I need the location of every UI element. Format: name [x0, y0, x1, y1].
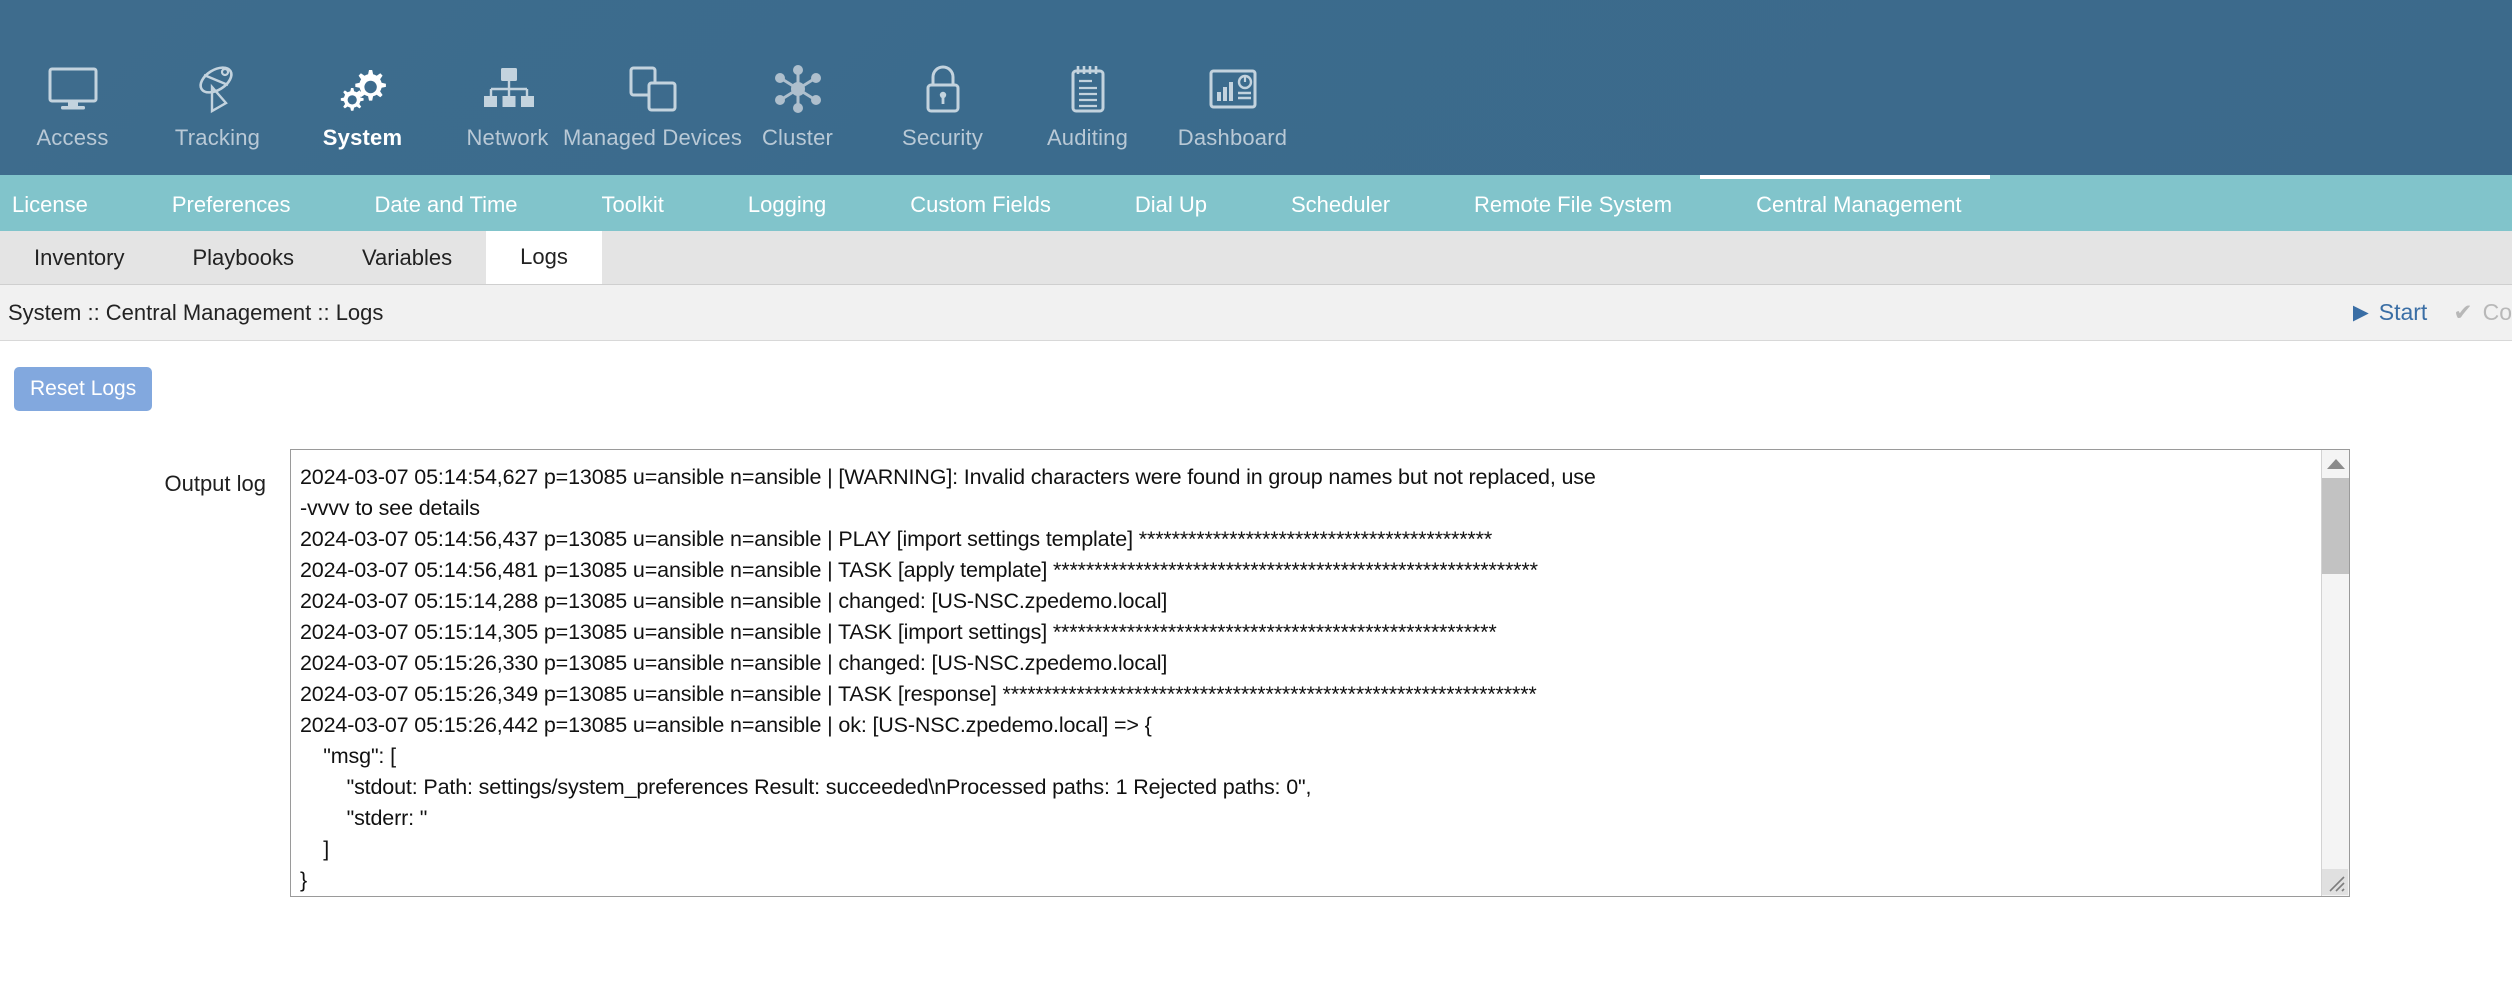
nav-item-managed-devices[interactable]: Managed Devices — [563, 49, 742, 167]
nav-label-dashboard: Dashboard — [1177, 125, 1288, 150]
nav-label-system: System — [322, 125, 403, 150]
nav-item-dashboard[interactable]: Dashboard — [1160, 49, 1305, 167]
breadcrumb-bar: System :: Central Management :: Logs ▶ S… — [0, 285, 2512, 341]
breadcrumb: System :: Central Management :: Logs — [8, 299, 384, 325]
cluster-nodes-icon — [772, 58, 824, 120]
tab-variables[interactable]: Variables — [328, 231, 486, 284]
scrollbar-thumb[interactable] — [2322, 478, 2349, 574]
tab-label-logs: Logs — [520, 244, 568, 269]
output-log-scrollbar[interactable] — [2321, 450, 2349, 896]
dashboard-chart-icon — [1207, 58, 1259, 120]
scrollbar-track[interactable] — [2322, 478, 2349, 868]
subnav-label-logging: Logging — [747, 192, 827, 217]
subnav-label-scheduler: Scheduler — [1290, 192, 1391, 217]
nav-label-security: Security — [901, 125, 984, 150]
output-log-text[interactable]: 2024-03-07 05:14:54,627 p=13085 u=ansibl… — [291, 450, 2321, 896]
tab-logs[interactable]: Logs — [486, 231, 602, 284]
subnav-label-dial-up: Dial Up — [1134, 192, 1207, 217]
subnav-item-license[interactable]: License — [0, 175, 116, 231]
subnav-item-remote-file-system[interactable]: Remote File System — [1418, 175, 1700, 231]
nav-item-tracking[interactable]: Tracking — [145, 49, 290, 167]
nav-label-auditing: Auditing — [1046, 125, 1129, 150]
primary-navigation-bar: Access Tracking System Network Managed D… — [0, 0, 2512, 175]
tab-inventory[interactable]: Inventory — [0, 231, 159, 284]
complete-button[interactable]: ✔ Co — [2453, 299, 2512, 326]
subnav-item-date-and-time[interactable]: Date and Time — [318, 175, 545, 231]
nav-item-security[interactable]: Security — [870, 49, 1015, 167]
gears-icon — [336, 58, 390, 120]
check-icon: ✔ — [2453, 299, 2473, 325]
play-icon: ▶ — [2352, 301, 2369, 324]
subnav-item-logging[interactable]: Logging — [692, 175, 854, 231]
output-log-label: Output log — [164, 471, 266, 496]
subnav-label-custom-fields: Custom Fields — [910, 192, 1051, 217]
primary-nav-items: Access Tracking System Network Managed D… — [0, 0, 1305, 175]
subnav-label-date-and-time: Date and Time — [374, 192, 518, 217]
complete-button-label: Co — [2482, 299, 2512, 325]
nav-item-access[interactable]: Access — [0, 49, 145, 167]
subnav-label-preferences: Preferences — [171, 192, 291, 217]
reset-logs-button[interactable]: Reset Logs — [14, 367, 153, 411]
breadcrumb-actions: ▶ Start ✔ Co — [2353, 299, 2512, 326]
start-button[interactable]: ▶ Start — [2353, 299, 2428, 326]
subnav-label-central-management: Central Management — [1756, 192, 1962, 217]
nav-label-network: Network — [466, 125, 549, 150]
tab-bar: Inventory Playbooks Variables Logs — [0, 231, 2512, 285]
satellite-dish-icon — [192, 58, 244, 120]
main-content: Reset Logs Output log 2024-03-07 05:14:5… — [0, 341, 2512, 994]
subnav-item-custom-fields[interactable]: Custom Fields — [854, 175, 1079, 231]
nav-label-access: Access — [36, 125, 109, 150]
devices-icon — [627, 58, 679, 120]
subnav-item-central-management[interactable]: Central Management — [1700, 175, 1990, 231]
output-log-box: 2024-03-07 05:14:54,627 p=13085 u=ansibl… — [290, 449, 2350, 897]
nav-item-cluster[interactable]: Cluster — [725, 49, 870, 167]
tab-playbooks[interactable]: Playbooks — [159, 231, 329, 284]
nav-label-managed-devices: Managed Devices — [562, 125, 743, 150]
nav-item-network[interactable]: Network — [435, 49, 580, 167]
scroll-up-arrow-icon[interactable] — [2322, 450, 2349, 478]
tab-label-variables: Variables — [362, 244, 453, 270]
nav-label-tracking: Tracking — [174, 125, 261, 150]
nav-item-auditing[interactable]: Auditing — [1015, 49, 1160, 167]
sitemap-icon — [482, 58, 534, 120]
padlock-icon — [921, 58, 965, 120]
output-log-row: Output log 2024-03-07 05:14:54,627 p=130… — [0, 449, 2512, 897]
subnav-item-preferences[interactable]: Preferences — [116, 175, 319, 231]
subnav-label-toolkit: Toolkit — [601, 192, 664, 217]
nav-label-cluster: Cluster — [761, 125, 834, 150]
notepad-icon — [1066, 58, 1110, 120]
toolbar: Reset Logs — [0, 341, 2512, 411]
subnav-item-toolkit[interactable]: Toolkit — [546, 175, 692, 231]
subnav-item-dial-up[interactable]: Dial Up — [1079, 175, 1235, 231]
subnav-label-remote-file-system: Remote File System — [1474, 192, 1673, 217]
monitor-icon — [47, 58, 99, 120]
resize-grip-icon[interactable] — [2322, 869, 2348, 895]
tab-label-inventory: Inventory — [34, 244, 125, 270]
nav-item-system[interactable]: System — [290, 49, 435, 167]
start-button-label: Start — [2378, 299, 2428, 325]
subnav-label-license: License — [12, 192, 88, 217]
subnav-item-scheduler[interactable]: Scheduler — [1235, 175, 1418, 231]
secondary-navigation-bar: License Preferences Date and Time Toolki… — [0, 175, 2512, 231]
tab-label-playbooks: Playbooks — [192, 244, 295, 270]
